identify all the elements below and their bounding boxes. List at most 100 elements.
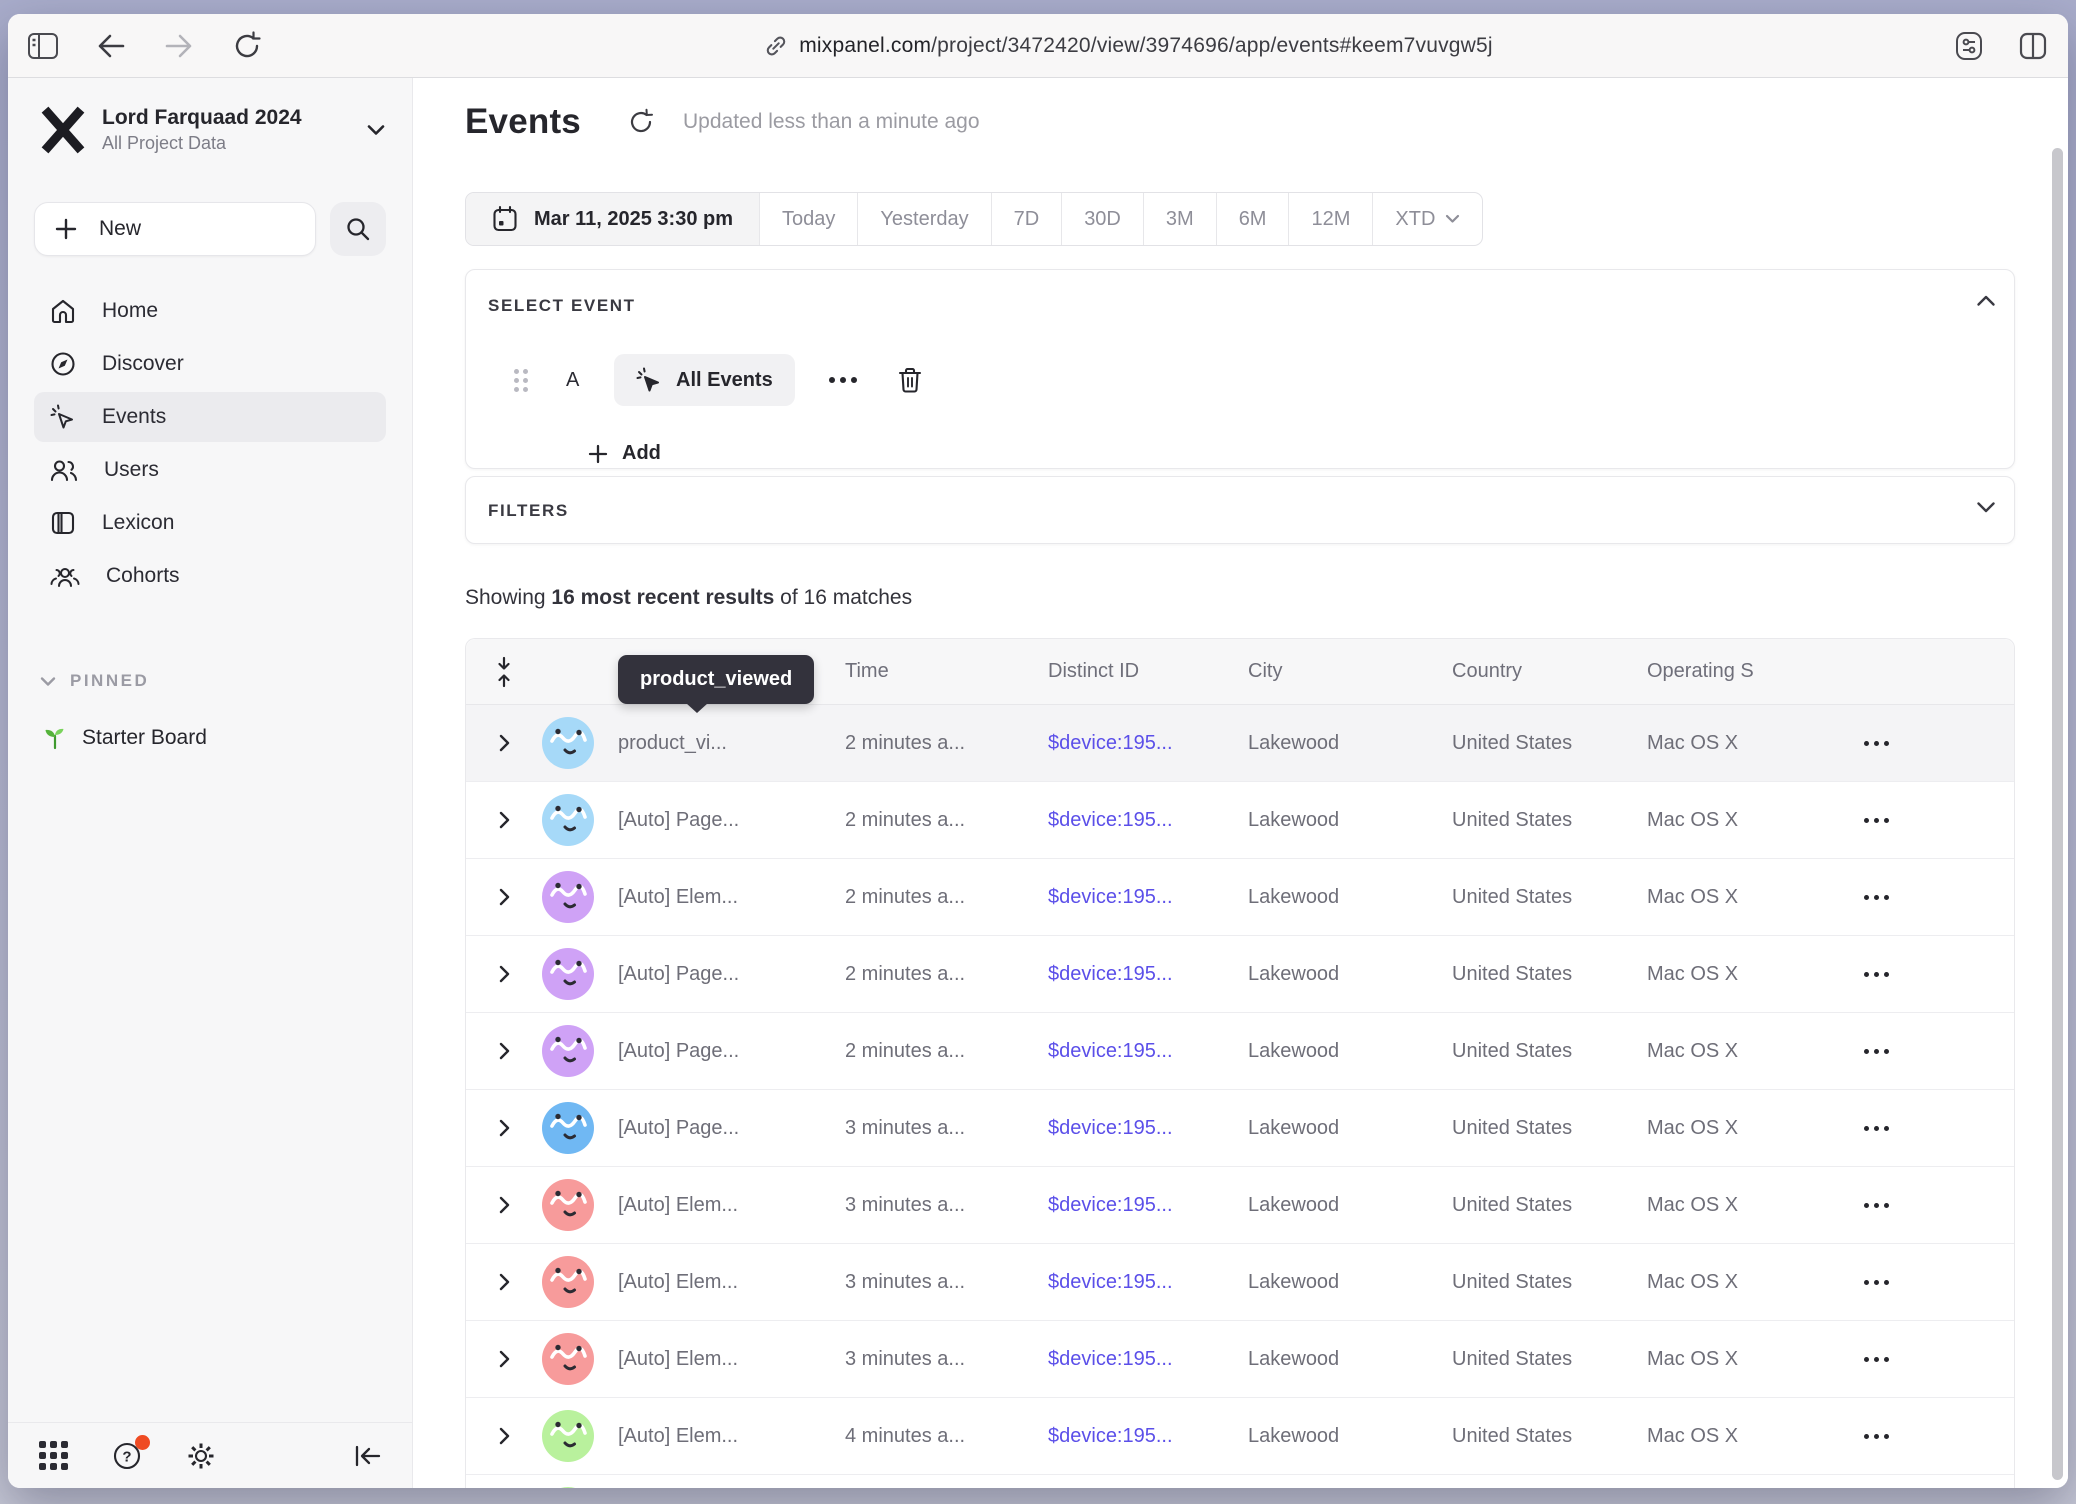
col-header-country[interactable]: Country <box>1452 660 1647 683</box>
sidebar-item-discover[interactable]: Discover <box>34 339 386 389</box>
row-more-icon[interactable] <box>1858 808 1895 833</box>
table-body: product_vi... 2 minutes a... $device:195… <box>466 705 2014 1488</box>
row-more-icon[interactable] <box>1858 731 1895 756</box>
add-event-button[interactable]: Add <box>588 442 661 465</box>
events-cursor-icon <box>50 404 76 430</box>
cohorts-icon <box>50 564 80 588</box>
main-panel: Events Updated less than a minute ago <box>413 78 2068 1488</box>
refresh-icon[interactable] <box>627 108 655 136</box>
expand-section-icon[interactable] <box>1976 501 1996 517</box>
row-more-icon[interactable] <box>1858 1424 1895 1449</box>
col-header-time[interactable]: Time <box>845 660 1048 683</box>
home-icon <box>50 298 76 324</box>
event-selector-button[interactable]: All Events <box>614 354 795 406</box>
event-name: [Auto] Elem... <box>618 886 845 909</box>
chevron-down-icon <box>1445 214 1460 224</box>
event-os: Mac OS X <box>1647 1040 1812 1063</box>
row-more-icon[interactable] <box>1858 1116 1895 1141</box>
collapse-all-rows-icon[interactable] <box>495 656 513 688</box>
preset-6m[interactable]: 6M <box>1217 193 1290 245</box>
event-os: Mac OS X <box>1647 886 1812 909</box>
col-header-os[interactable]: Operating S <box>1647 660 1812 683</box>
help-icon[interactable]: ? <box>110 1439 144 1473</box>
sidebar-item-cohorts[interactable]: Cohorts <box>34 551 386 601</box>
pinned-section-toggle[interactable]: PINNED <box>34 671 386 691</box>
distinct-id-link[interactable]: $device:195... <box>1048 1117 1248 1140</box>
preset-yesterday[interactable]: Yesterday <box>858 193 991 245</box>
back-icon[interactable] <box>94 29 128 63</box>
settings-gear-icon[interactable] <box>184 1439 218 1473</box>
event-more-icon[interactable] <box>829 377 857 383</box>
sidebar-item-events[interactable]: Events <box>34 392 386 442</box>
expand-row-icon[interactable] <box>498 887 511 907</box>
distinct-id-link[interactable]: $device:195... <box>1048 886 1248 909</box>
event-time: 2 minutes a... <box>845 1040 1048 1063</box>
preset-today[interactable]: Today <box>760 193 858 245</box>
event-country: United States <box>1452 1271 1647 1294</box>
purple-face-avatar <box>542 948 594 1000</box>
pinned-item-starter-board[interactable]: Starter Board <box>34 725 386 751</box>
table-row: product_vi... 2 minutes a... $device:195… <box>466 705 2014 782</box>
expand-row-icon[interactable] <box>498 1426 511 1446</box>
expand-row-icon[interactable] <box>498 733 511 753</box>
trash-icon[interactable] <box>897 366 923 394</box>
preset-3m[interactable]: 3M <box>1144 193 1217 245</box>
browser-sidebar-toggle-icon[interactable] <box>26 29 60 63</box>
page-settings-icon[interactable] <box>1952 29 1986 63</box>
preset-30d[interactable]: 30D <box>1062 193 1144 245</box>
expand-row-icon[interactable] <box>498 964 511 984</box>
apps-grid-icon[interactable] <box>36 1439 70 1473</box>
event-name: [Auto] Elem... <box>618 1194 845 1217</box>
event-os: Mac OS X <box>1647 1271 1812 1294</box>
expand-row-icon[interactable] <box>498 1349 511 1369</box>
distinct-id-link[interactable]: $device:195... <box>1048 963 1248 986</box>
drag-handle-icon[interactable] <box>514 369 528 392</box>
calendar-icon <box>492 205 518 233</box>
address-bar[interactable]: mixpanel.com/project/3472420/view/397469… <box>356 33 1900 59</box>
scrollbar[interactable] <box>2052 148 2063 1480</box>
expand-row-icon[interactable] <box>498 1272 511 1292</box>
event-country: United States <box>1452 1425 1647 1448</box>
collapse-sidebar-icon[interactable] <box>350 1439 384 1473</box>
collapse-section-icon[interactable] <box>1976 294 1996 310</box>
row-more-icon[interactable] <box>1858 1270 1895 1295</box>
col-header-distinct-id[interactable]: Distinct ID <box>1048 660 1248 683</box>
event-country: United States <box>1452 1117 1647 1140</box>
expand-row-icon[interactable] <box>498 1195 511 1215</box>
sidebar-item-users[interactable]: Users <box>34 445 386 495</box>
chevron-down-icon <box>366 123 386 137</box>
event-os: Mac OS X <box>1647 1348 1812 1371</box>
row-more-icon[interactable] <box>1858 885 1895 910</box>
project-switcher[interactable]: Lord Farquaad 2024 All Project Data <box>34 104 386 156</box>
sidebar-item-home[interactable]: Home <box>34 286 386 336</box>
distinct-id-link[interactable]: $device:195... <box>1048 809 1248 832</box>
row-more-icon[interactable] <box>1858 1193 1895 1218</box>
purple-face-avatar <box>542 1025 594 1077</box>
seedling-icon <box>42 725 68 751</box>
expand-row-icon[interactable] <box>498 1041 511 1061</box>
forward-icon[interactable] <box>162 29 196 63</box>
row-more-icon[interactable] <box>1858 962 1895 987</box>
distinct-id-link[interactable]: $device:195... <box>1048 1425 1248 1448</box>
preset-12m[interactable]: 12M <box>1289 193 1373 245</box>
preset-7d[interactable]: 7D <box>992 193 1063 245</box>
sidebar-item-lexicon[interactable]: Lexicon <box>34 498 386 548</box>
new-button[interactable]: New <box>34 202 316 256</box>
preset-xtd[interactable]: XTD <box>1373 193 1482 245</box>
search-button[interactable] <box>330 202 386 256</box>
split-view-icon[interactable] <box>2016 29 2050 63</box>
expand-row-icon[interactable] <box>498 1118 511 1138</box>
row-more-icon[interactable] <box>1858 1039 1895 1064</box>
date-picker[interactable]: Mar 11, 2025 3:30 pm <box>466 193 760 245</box>
expand-row-icon[interactable] <box>498 810 511 830</box>
distinct-id-link[interactable]: $device:195... <box>1048 1271 1248 1294</box>
distinct-id-link[interactable]: $device:195... <box>1048 1348 1248 1371</box>
col-header-city[interactable]: City <box>1248 660 1452 683</box>
row-more-icon[interactable] <box>1858 1347 1895 1372</box>
reload-icon[interactable] <box>230 29 264 63</box>
event-country: United States <box>1452 886 1647 909</box>
compass-icon <box>50 351 76 377</box>
distinct-id-link[interactable]: $device:195... <box>1048 732 1248 755</box>
distinct-id-link[interactable]: $device:195... <box>1048 1040 1248 1063</box>
distinct-id-link[interactable]: $device:195... <box>1048 1194 1248 1217</box>
